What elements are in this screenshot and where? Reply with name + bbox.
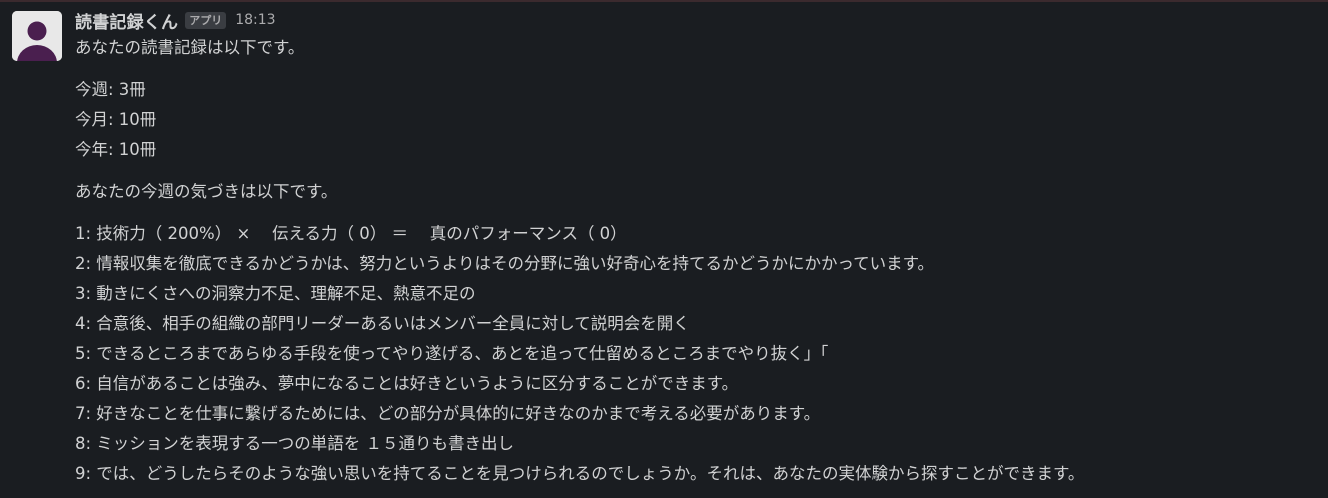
insight-item: 4: 合意後、相手の組織の部門リーダーあるいはメンバー全員に対して説明会を開く (75, 314, 690, 333)
stat-month: 今月: 10冊 (75, 110, 157, 129)
insight-list: 1: 技術力（ 200%） × 伝える力（ 0） ＝ 真のパフォーマンス（ 0）… (75, 219, 1318, 489)
sender-name[interactable]: 読書記録くん (75, 8, 178, 33)
insight-item: 5: できるところまであらゆる手段を使ってやり遂げる、あとを追って仕留めるところ… (75, 344, 829, 363)
insight-item: 3: 動きにくさへの洞察力不足、理解不足、熱意不足の (75, 284, 476, 303)
avatar[interactable] (12, 11, 62, 61)
insight-item: 1: 技術力（ 200%） × 伝える力（ 0） ＝ 真のパフォーマンス（ 0） (75, 224, 627, 243)
message-header: 読書記録くん アプリ 18:13 (75, 7, 1318, 33)
insight-item: 9: では、どうしたらそのような強い思いを持てることを見つけられるのでしょうか。… (75, 464, 1085, 483)
reading-stats: 今週: 3冊 今月: 10冊 今年: 10冊 (75, 75, 1318, 165)
insight-item: 2: 情報収集を徹底できるかどうかは、努力というよりはその分野に強い好奇心を持て… (75, 254, 935, 273)
stat-week: 今週: 3冊 (75, 80, 146, 99)
message-timestamp[interactable]: 18:13 (235, 12, 275, 28)
insight-item: 8: ミッションを表現する一つの単語を １５通りも書き出し (75, 434, 515, 453)
insight-item: 6: 自信があることは強み、夢中になることは好きというように区分することができま… (75, 374, 739, 393)
message-body: 読書記録くん アプリ 18:13 あなたの読書記録は以下です。 今週: 3冊 今… (75, 7, 1318, 489)
default-user-icon (12, 11, 62, 61)
stat-year: 今年: 10冊 (75, 140, 157, 159)
chat-message: 読書記録くん アプリ 18:13 あなたの読書記録は以下です。 今週: 3冊 今… (0, 0, 1328, 498)
insight-item: 7: 好きなことを仕事に繋げるためには、どの部分が具体的に好きなのかまで考える必… (75, 404, 821, 423)
insight-intro-text: あなたの今週の気づきは以下です。 (75, 182, 338, 201)
intro-text: あなたの読書記録は以下です。 (75, 38, 305, 57)
app-badge: アプリ (185, 11, 227, 29)
